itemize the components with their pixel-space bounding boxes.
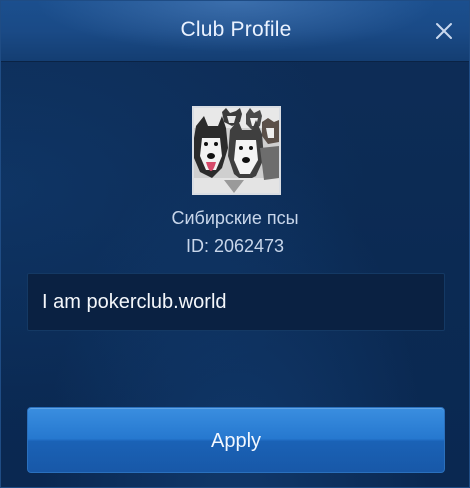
apply-button-label: Apply bbox=[210, 430, 262, 452]
close-icon bbox=[436, 23, 452, 39]
club-name: Сибирские псы bbox=[171, 208, 299, 228]
dialog-header: Club Profile bbox=[1, 1, 469, 62]
club-avatar bbox=[192, 106, 281, 195]
close-button[interactable] bbox=[431, 18, 457, 44]
apply-button[interactable]: Apply bbox=[27, 407, 445, 473]
club-profile-dialog: Club Profile Сибирские псы ID: 2062473 I… bbox=[0, 0, 470, 488]
dialog-title: Club Profile bbox=[180, 18, 292, 41]
club-avatar-huskies bbox=[194, 108, 279, 193]
club-id: ID: 2062473 bbox=[185, 236, 285, 256]
description-text: I am pokerclub.world bbox=[42, 291, 227, 313]
description-field[interactable]: I am pokerclub.world bbox=[27, 273, 445, 331]
